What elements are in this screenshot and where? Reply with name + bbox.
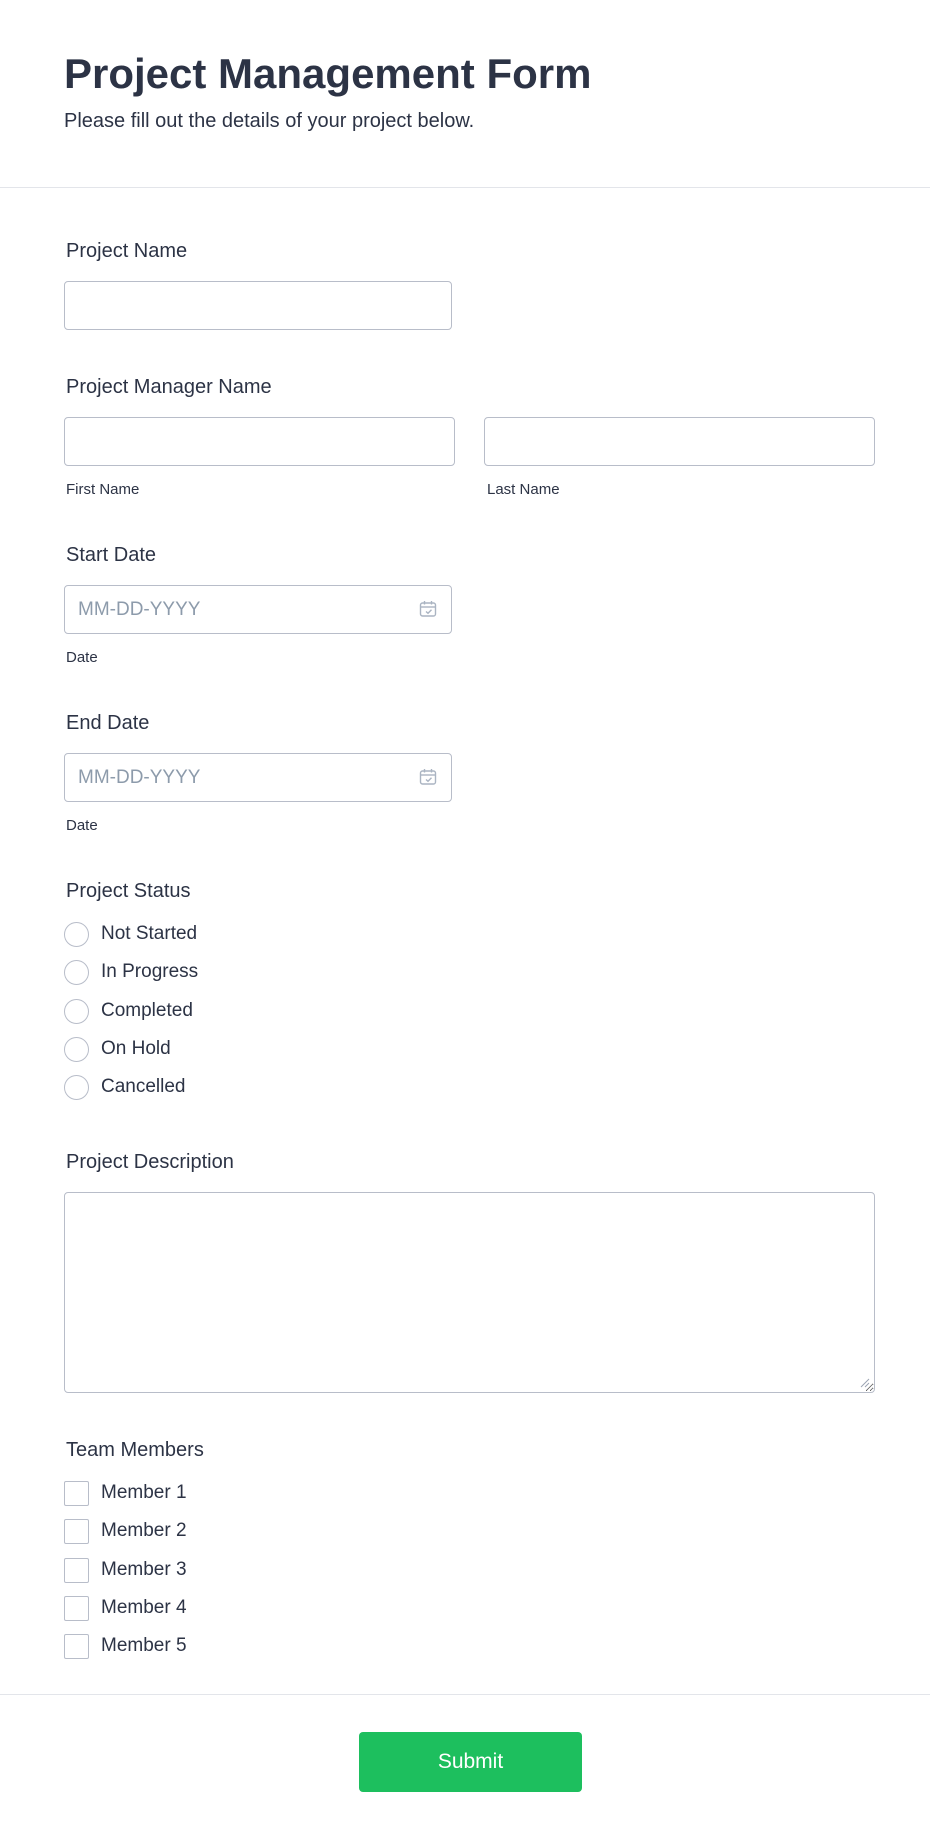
calendar-icon[interactable] (418, 599, 438, 619)
start-date-field (64, 585, 452, 634)
team-member-option[interactable]: Member 1 (64, 1479, 187, 1507)
team-member-label: Member 2 (101, 1520, 187, 1541)
status-option[interactable]: Completed (64, 997, 193, 1025)
status-option-label: Not Started (101, 923, 198, 944)
team-member-option[interactable]: Member 5 (64, 1632, 187, 1660)
team-member-option[interactable]: Member 3 (64, 1556, 187, 1584)
last-name-input[interactable] (484, 417, 875, 466)
project-name-input[interactable] (64, 281, 452, 330)
team-member-label: Member 4 (101, 1597, 187, 1618)
team-members-label: Team Members (66, 1439, 204, 1461)
first-name-input[interactable] (64, 417, 455, 466)
form-subtitle: Please fill out the details of your proj… (64, 110, 475, 132)
first-name-sublabel: First Name (66, 481, 140, 498)
checkbox[interactable] (64, 1633, 89, 1659)
start-date-label: Start Date (66, 544, 157, 566)
project-description-textarea[interactable] (64, 1192, 875, 1393)
team-member-option[interactable]: Member 2 (64, 1517, 187, 1545)
project-status-label: Project Status (66, 880, 191, 902)
project-name-label: Project Name (66, 240, 188, 262)
radio-button[interactable] (64, 998, 89, 1024)
status-option-label: Cancelled (101, 1076, 186, 1097)
team-member-label: Member 1 (101, 1482, 187, 1503)
radio-button[interactable] (64, 921, 89, 947)
team-member-label: Member 5 (101, 1635, 187, 1656)
end-date-input[interactable] (64, 753, 452, 802)
status-option[interactable]: Not Started (64, 920, 197, 948)
form-page: Project Management Form Please fill out … (0, 0, 930, 1841)
calendar-icon[interactable] (418, 767, 438, 787)
form-header: Project Management Form Please fill out … (0, 0, 930, 188)
project-description-label: Project Description (66, 1151, 234, 1173)
status-option-label: In Progress (101, 961, 199, 982)
start-date-input[interactable] (64, 585, 452, 634)
radio-button[interactable] (64, 1074, 89, 1100)
checkbox[interactable] (64, 1557, 89, 1583)
end-date-field (64, 753, 452, 802)
last-name-sublabel: Last Name (487, 481, 560, 498)
status-option-label: Completed (101, 1000, 193, 1021)
radio-button[interactable] (64, 1036, 89, 1062)
end-date-label: End Date (66, 712, 150, 734)
status-option-label: On Hold (101, 1038, 171, 1059)
team-member-label: Member 3 (101, 1559, 187, 1580)
checkbox[interactable] (64, 1518, 89, 1544)
resize-grip-icon[interactable] (858, 1376, 870, 1388)
form-title: Project Management Form (64, 50, 592, 97)
status-option[interactable]: In Progress (64, 958, 198, 986)
end-date-sublabel: Date (66, 817, 98, 834)
team-member-option[interactable]: Member 4 (64, 1594, 187, 1622)
radio-button[interactable] (64, 959, 89, 985)
checkbox[interactable] (64, 1595, 89, 1621)
submit-button[interactable]: Submit (359, 1732, 582, 1792)
checkbox[interactable] (64, 1480, 89, 1506)
status-option[interactable]: Cancelled (64, 1073, 186, 1101)
status-option[interactable]: On Hold (64, 1035, 171, 1063)
project-manager-label: Project Manager Name (66, 376, 272, 398)
start-date-sublabel: Date (66, 649, 98, 666)
